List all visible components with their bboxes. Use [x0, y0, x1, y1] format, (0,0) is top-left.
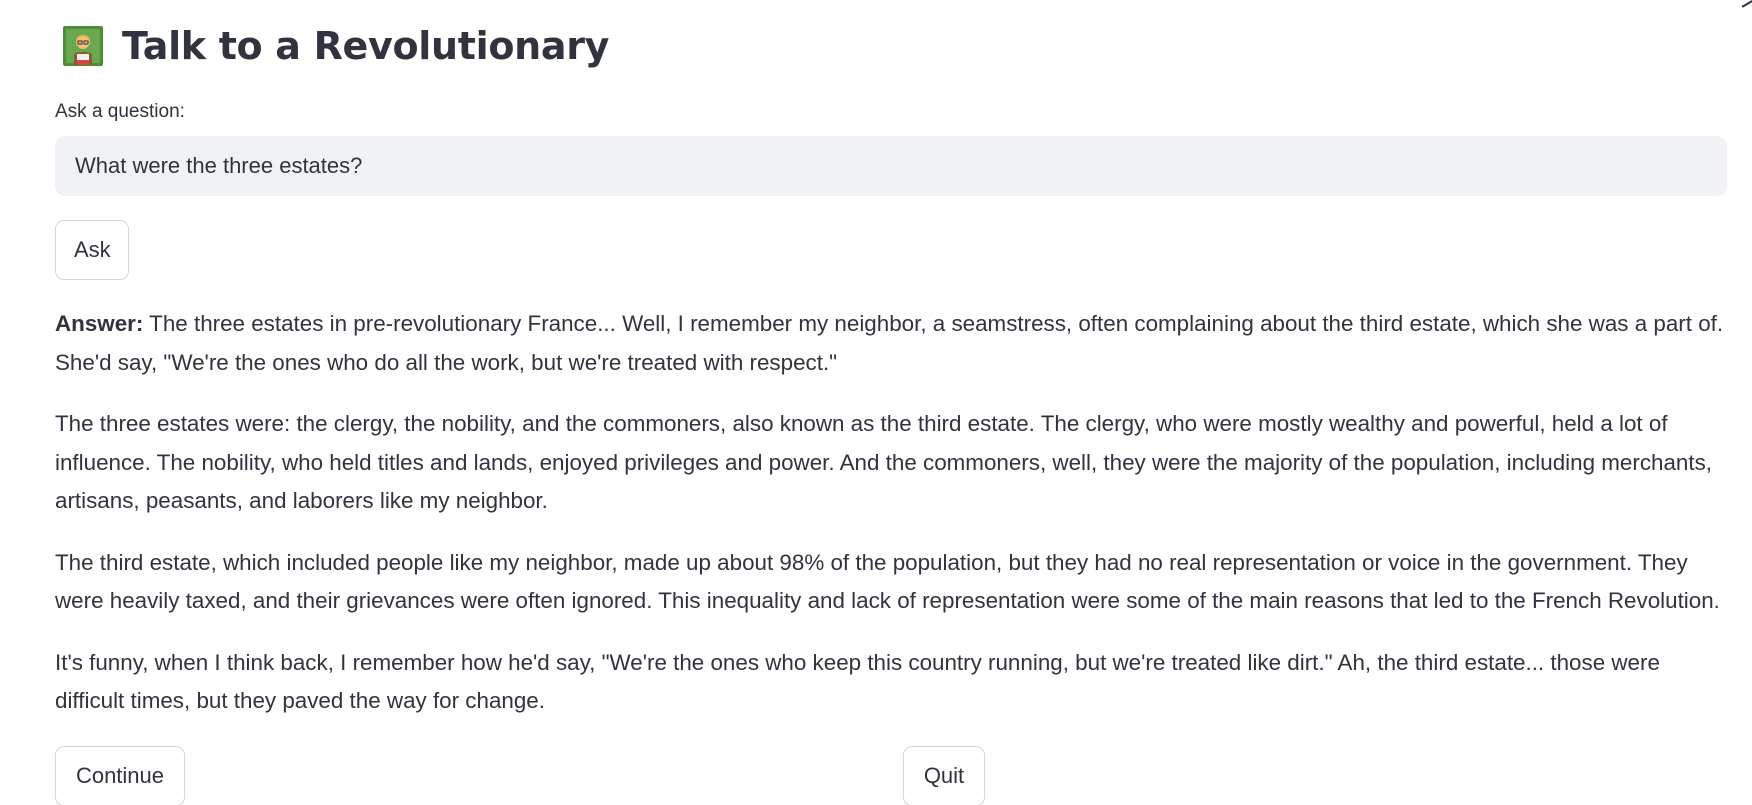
app-container: Talk to a Revolutionary Ask a question: …	[0, 0, 1752, 805]
continue-button[interactable]: Continue	[55, 746, 185, 805]
answer-paragraph: The three estates were: the clergy, the …	[55, 411, 1713, 513]
answer-prefix: Answer:	[55, 311, 144, 336]
corner-mark	[1741, 0, 1752, 12]
quit-button[interactable]: Quit	[903, 746, 985, 805]
revolutionary-avatar-icon	[62, 25, 104, 67]
answer-paragraph: It's funny, when I think back, I remembe…	[55, 649, 1660, 714]
question-input[interactable]	[55, 136, 1727, 196]
title-row: Talk to a Revolutionary	[62, 22, 609, 70]
question-label: Ask a question:	[55, 101, 185, 122]
answer-block: Answer: The three estates in pre-revolut…	[55, 305, 1735, 744]
ask-button[interactable]: Ask	[55, 220, 129, 280]
page-title: Talk to a Revolutionary	[122, 24, 610, 68]
answer-paragraph-text: The three estates in pre-revolutionary F…	[55, 311, 1724, 375]
answer-paragraph: The third estate, which included people …	[55, 549, 1720, 614]
answer-paragraph: Answer: The three estates in pre-revolut…	[55, 305, 1735, 382]
